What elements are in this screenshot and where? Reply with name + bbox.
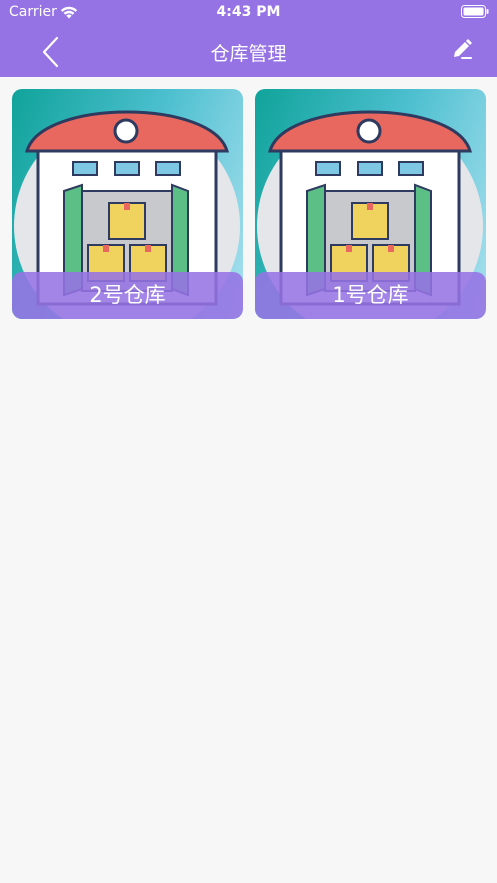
warehouse-name: 1号仓库 bbox=[255, 272, 486, 319]
nav-bar: 仓库管理 bbox=[0, 26, 497, 77]
battery-icon bbox=[461, 5, 489, 18]
warehouse-card[interactable]: 2号仓库 bbox=[12, 89, 243, 319]
status-time: 4:43 PM bbox=[216, 4, 281, 20]
page-title: 仓库管理 bbox=[210, 43, 287, 65]
edit-pencil-icon bbox=[454, 39, 472, 59]
warehouse-name: 2号仓库 bbox=[12, 272, 243, 319]
warehouse-card[interactable]: 1号仓库 bbox=[255, 89, 486, 319]
edit-button[interactable] bbox=[447, 36, 477, 66]
app-header: Carrier 4:43 PM 仓库管理 bbox=[0, 0, 497, 77]
status-bar: Carrier 4:43 PM bbox=[0, 0, 497, 26]
